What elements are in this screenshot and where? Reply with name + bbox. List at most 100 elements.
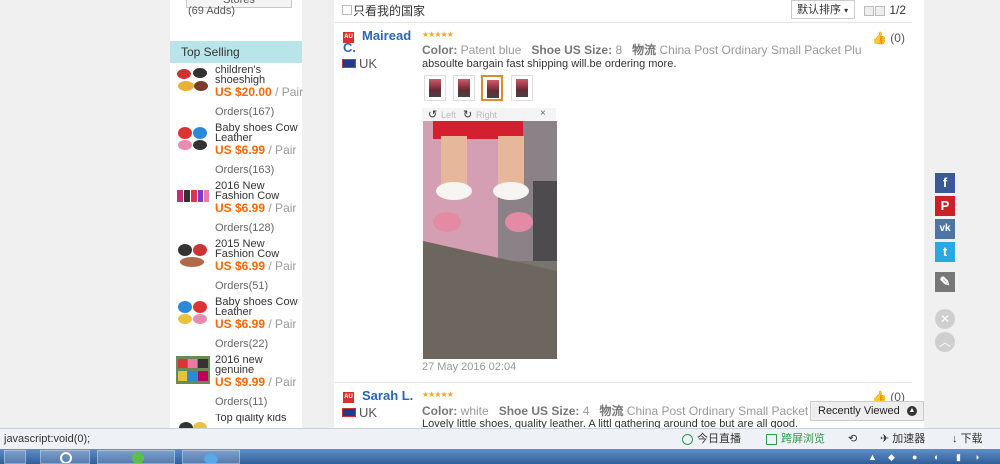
chevron-down-icon: ▾ (844, 6, 849, 15)
tray-icon[interactable]: ● (912, 452, 917, 462)
rating-stars: ★★★★★ (422, 390, 454, 399)
product-orders: Orders(11) (215, 396, 268, 408)
pager: 1/2 (864, 3, 906, 17)
taskbar-app-button[interactable] (4, 450, 26, 464)
product-thumbnail[interactable] (176, 356, 210, 384)
top-selling-item[interactable]: Baby shoes Cow Leather US $6.99 / Pair O… (170, 123, 302, 182)
history-icon[interactable]: ⟲ (848, 429, 857, 449)
product-thumbnail[interactable] (176, 182, 210, 210)
review-photo-thumb[interactable] (424, 75, 446, 101)
filter-bar: 只看我的国家 默认排序 ▾ 1/2 (334, 0, 912, 23)
twitter-share-icon[interactable]: t (935, 242, 955, 262)
product-title[interactable]: Baby shoes Cow Leather (215, 297, 300, 318)
top-selling-item[interactable]: Baby shoes Cow Leather US $6.99 / Pair O… (170, 297, 302, 356)
tray-icon[interactable]: ◆ (888, 452, 895, 463)
cross-screen-button[interactable]: 跨屏浏览 (766, 429, 825, 449)
play-icon (682, 433, 693, 445)
rotate-right-icon[interactable]: ↻ (463, 108, 472, 121)
top-selling-item[interactable]: 2016 new genuine US $9.99 / Pair Orders(… (170, 355, 302, 414)
top-selling-list: children's shoeshigh US $20.00 / Pair Or… (170, 65, 304, 428)
rotate-left-label[interactable]: Left (441, 110, 456, 120)
review-date: 27 May 2016 02:04 (422, 361, 517, 373)
network-icon (60, 452, 72, 463)
tray-icon[interactable]: ▲ (868, 452, 877, 462)
review-photo-thumb-active[interactable] (481, 75, 503, 101)
top-selling-header: Top Selling (170, 41, 302, 63)
product-orders: Orders(163) (215, 164, 275, 176)
taskbar-app-button[interactable] (182, 450, 240, 464)
rotate-left-icon[interactable]: ↺ (428, 108, 437, 121)
sort-select-value: 默认排序 (797, 4, 841, 16)
recently-viewed-button[interactable]: Recently Viewed ▲ (810, 401, 924, 421)
download-button[interactable]: ↓ 下载 (952, 429, 983, 449)
product-title[interactable]: 2015 New Fashion Cow (215, 239, 300, 260)
os-taskbar: ▲ ◆ ● ◐ ▮ ◑ (0, 449, 1000, 464)
edit-icon[interactable]: ✎ (935, 272, 955, 292)
only-my-country-label[interactable]: 只看我的国家 (353, 2, 425, 19)
facebook-share-icon[interactable]: f (935, 173, 955, 193)
product-price: US $6.99 / Pair (215, 259, 297, 273)
product-price: US $20.00 / Pair (215, 85, 304, 99)
top-selling-item[interactable]: children's shoeshigh US $20.00 / Pair Or… (170, 65, 304, 124)
tray-icon[interactable]: ▮ (956, 452, 961, 463)
product-orders: Orders(167) (215, 106, 275, 118)
system-tray: ▲ ◆ ● ◐ ▮ ◑ (868, 450, 996, 464)
vk-share-icon[interactable]: vk (935, 219, 955, 239)
review-photo-large[interactable] (423, 121, 557, 359)
thumbs-up-icon: 👍 (872, 31, 887, 45)
like-button[interactable]: 👍 (0) (872, 31, 905, 45)
reviewer-country: UK (359, 56, 378, 71)
screen-icon (766, 433, 777, 445)
product-thumbnail[interactable] (176, 298, 210, 326)
product-thumbnail[interactable] (176, 124, 210, 152)
product-orders: Orders(22) (215, 338, 269, 350)
browser-status-bar: javascript:void(0); 今日直播 跨屏浏览 ⟲ ✈ 加速器 ↓ … (0, 428, 1000, 449)
review-meta: Color: white Shoe US Size: 4 物流 China Po… (422, 404, 812, 418)
next-page-button[interactable] (875, 5, 885, 16)
scroll-top-icon[interactable]: ︿ (935, 332, 955, 352)
product-title[interactable]: Baby shoes Cow Leather (215, 123, 300, 144)
review-photo-thumb[interactable] (453, 75, 475, 101)
review-photo-thumb[interactable] (511, 75, 533, 101)
only-my-country-checkbox[interactable] (342, 5, 352, 15)
recently-viewed-label: Recently Viewed (818, 405, 900, 417)
top-selling-item[interactable]: Top qiality kids (170, 414, 302, 428)
product-title[interactable]: Top qiality kids (215, 414, 300, 424)
product-price: US $6.99 / Pair (215, 201, 297, 215)
rotate-right-label[interactable]: Right (476, 110, 497, 120)
uk-flag-icon (342, 408, 356, 417)
tray-icon[interactable]: ◑ (974, 452, 979, 462)
sort-select[interactable]: 默认排序 ▾ (791, 0, 855, 19)
product-thumbnail[interactable] (176, 66, 210, 94)
product-title[interactable]: children's shoeshigh (215, 65, 300, 86)
product-thumbnail[interactable] (176, 414, 210, 428)
product-thumbnail[interactable] (176, 240, 210, 268)
prev-page-button[interactable] (864, 5, 874, 16)
product-title[interactable]: 2016 New Fashion Cow (215, 181, 300, 202)
rating-stars: ★★★★★ (422, 30, 454, 39)
today-live-button[interactable]: 今日直播 (682, 429, 741, 449)
pinterest-share-icon[interactable]: P (935, 196, 955, 216)
reviewer-country: UK (359, 405, 378, 420)
close-icon[interactable]: × (540, 108, 546, 119)
uk-flag-icon (342, 59, 356, 68)
browser-app-icon (132, 452, 144, 463)
close-share-icon[interactable]: ✕ (935, 309, 955, 329)
reviewer-name[interactable]: Mairead (362, 28, 411, 43)
tray-icon[interactable]: ◐ (934, 452, 939, 462)
reviewer-name[interactable]: Sarah L. (362, 388, 413, 403)
page-indicator: 1/2 (889, 3, 907, 17)
product-orders: Orders(128) (215, 222, 275, 234)
reviewer-flag-icon: AU (343, 392, 354, 403)
bird-app-icon (204, 454, 218, 463)
taskbar-app-button[interactable] (40, 450, 90, 464)
taskbar-app-button[interactable] (97, 450, 175, 464)
accelerator-button[interactable]: ✈ 加速器 (880, 429, 925, 449)
adds-count: (69 Adds) (188, 5, 236, 17)
top-selling-item[interactable]: 2016 New Fashion Cow US $6.99 / Pair Ord… (170, 181, 302, 240)
product-title[interactable]: 2016 new genuine (215, 355, 300, 376)
top-selling-item[interactable]: 2015 New Fashion Cow US $6.99 / Pair Ord… (170, 239, 302, 298)
reviewer-name-tail[interactable]: C. (343, 40, 356, 55)
product-orders: Orders(51) (215, 280, 269, 292)
review-item: AU Mairead C. UK ★★★★★ Color: Patent blu… (334, 28, 912, 378)
